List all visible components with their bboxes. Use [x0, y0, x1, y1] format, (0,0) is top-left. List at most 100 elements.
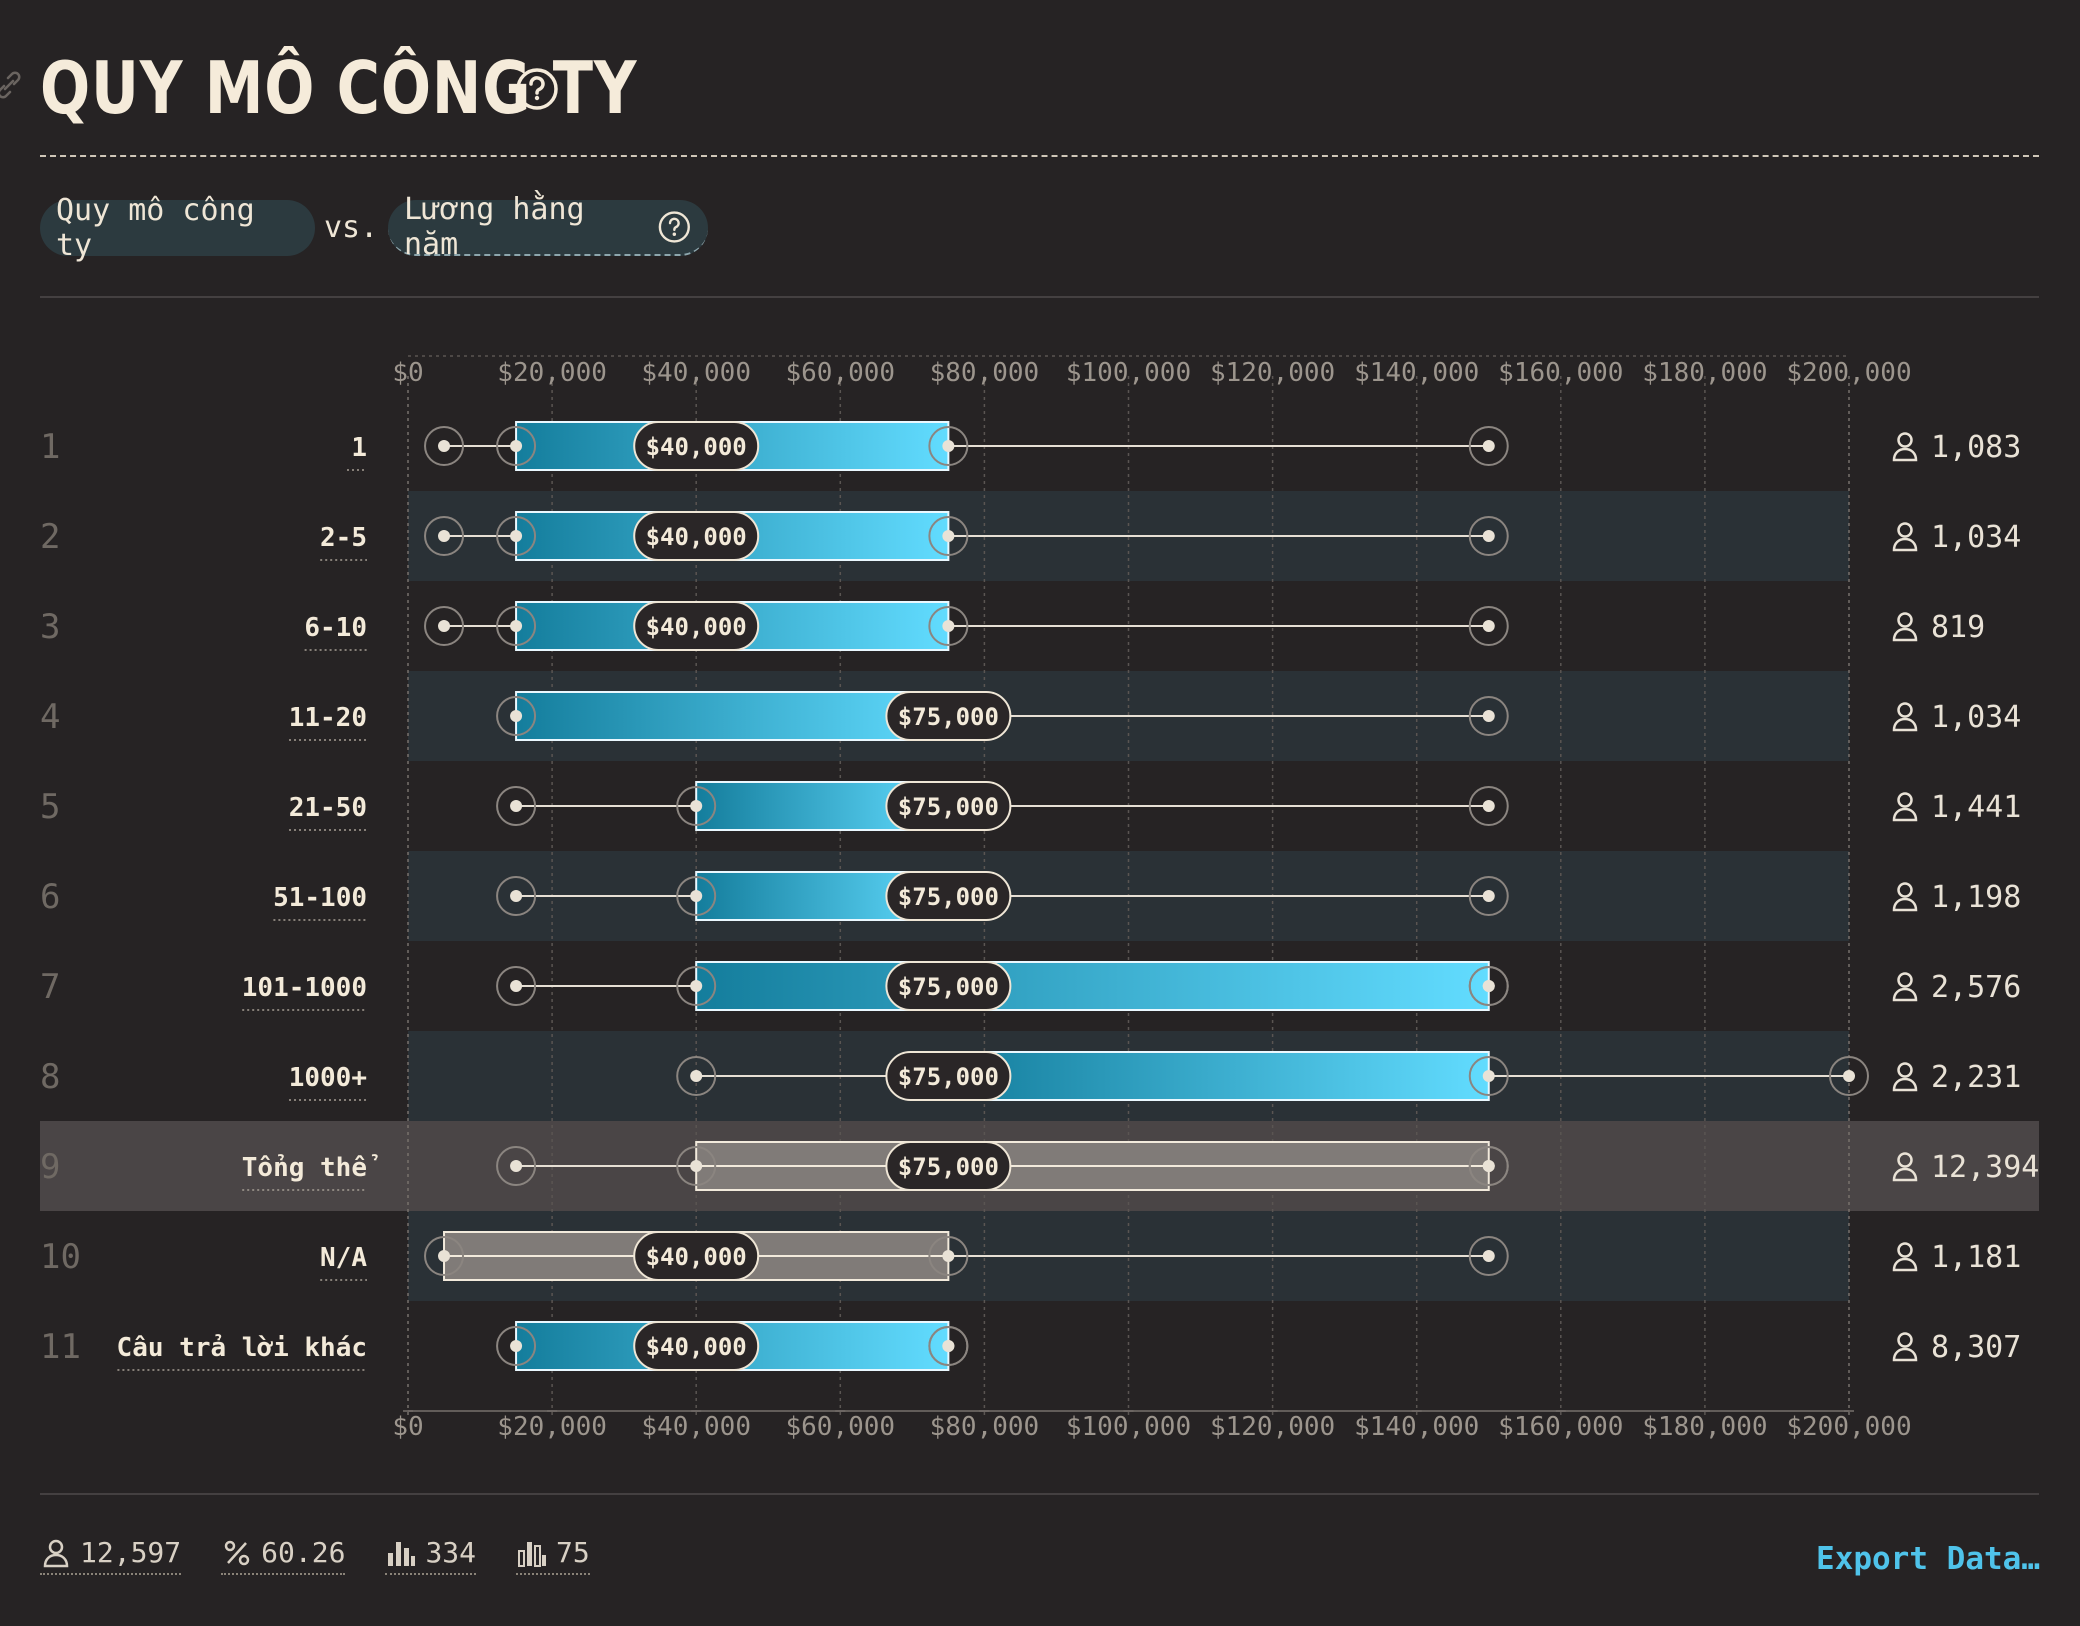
bars-stat[interactable]: 334 — [385, 1536, 477, 1575]
x-tick-label-bottom: $60,000 — [786, 1412, 896, 1442]
row-label[interactable]: 1000+ — [289, 1063, 367, 1093]
row-label[interactable]: 21-50 — [289, 793, 367, 823]
row-index: 3 — [40, 607, 60, 647]
p10-marker-dot — [690, 980, 703, 992]
median-label: $75,000 — [898, 703, 999, 731]
max-marker-dot — [1482, 530, 1495, 542]
median-label: $40,000 — [646, 523, 747, 551]
p10-marker-dot — [510, 440, 523, 452]
median-label: $40,000 — [646, 1333, 747, 1361]
x-tick-label-bottom: $0 — [392, 1412, 423, 1442]
row-label[interactable]: 1 — [351, 433, 367, 463]
min-marker-dot — [510, 1160, 523, 1172]
iqr-box[interactable] — [695, 961, 1490, 1011]
max-marker-dot — [1482, 980, 1495, 992]
respondents-stat[interactable]: 12,597 — [40, 1536, 182, 1575]
median-label: $40,000 — [646, 613, 747, 641]
row-label[interactable]: 11-20 — [289, 703, 367, 733]
x-tick-label-top: $60,000 — [786, 358, 896, 388]
q3-marker-dot — [942, 620, 955, 632]
iqr-box[interactable] — [515, 691, 950, 741]
bar-chart-icon — [388, 1541, 416, 1566]
chart-row[interactable]: 3 6-10 $40,000 819 — [40, 601, 1985, 651]
min-marker-dot — [438, 530, 451, 542]
min-marker-dot — [690, 1070, 703, 1082]
bars-value: 334 — [425, 1536, 477, 1569]
x-tick-label-bottom: $200,000 — [1786, 1412, 1911, 1442]
median-label: $75,000 — [898, 973, 999, 1001]
row-label[interactable]: N/A — [320, 1243, 367, 1273]
max-marker-dot — [1843, 1070, 1855, 1082]
x-tick-label-bottom: $100,000 — [1066, 1412, 1191, 1442]
x-tick-label-top: $140,000 — [1354, 358, 1479, 388]
max-marker-dot — [1482, 710, 1495, 722]
min-marker-dot — [510, 710, 523, 722]
x-tick-label-top: $160,000 — [1498, 358, 1623, 388]
x-tick-label-top: $200,000 — [1786, 358, 1911, 388]
q3-marker-dot — [1482, 1070, 1495, 1082]
row-index: 2 — [40, 517, 60, 557]
row-label[interactable]: 51-100 — [273, 883, 367, 913]
row-count: 12,394 — [1931, 1150, 2039, 1185]
x-tick-label-top: $80,000 — [930, 358, 1040, 388]
max-marker-dot — [1482, 1160, 1495, 1172]
max-marker-dot — [1482, 440, 1495, 452]
person-icon — [1892, 522, 1918, 552]
row-count: 1,083 — [1931, 430, 2021, 465]
respondents-value: 12,597 — [80, 1536, 182, 1569]
bins-stat[interactable]: 75 — [516, 1536, 590, 1575]
row-index: 11 — [40, 1327, 81, 1367]
chart-row[interactable]: 11 Câu trả lời khác $40,000 8,307 — [40, 1321, 2021, 1371]
person-icon — [1892, 432, 1918, 462]
median-label: $75,000 — [898, 883, 999, 911]
p10-marker-dot — [510, 530, 523, 542]
x-tick-label-top: $20,000 — [497, 358, 607, 388]
person-icon — [1892, 792, 1918, 822]
row-index: 10 — [40, 1237, 81, 1277]
row-index: 5 — [40, 787, 60, 827]
percent-value: 60.26 — [261, 1536, 346, 1569]
bar-chart-icon — [518, 1541, 547, 1567]
q3-marker-dot — [942, 440, 955, 452]
median-label: $40,000 — [646, 433, 747, 461]
max-marker-dot — [1482, 1250, 1495, 1262]
min-marker-dot — [438, 1250, 451, 1262]
x-tick-label-bottom: $80,000 — [930, 1412, 1040, 1442]
row-count: 1,034 — [1931, 700, 2021, 735]
row-label[interactable]: 101-1000 — [242, 973, 367, 1003]
chart-row[interactable]: 5 21-50 $75,000 1,441 — [40, 781, 2021, 831]
row-count: 1,181 — [1931, 1240, 2021, 1275]
row-index: 1 — [40, 427, 60, 467]
row-label[interactable]: Câu trả lời khác — [117, 1333, 367, 1363]
max-marker-dot — [1482, 800, 1495, 812]
person-icon — [1892, 1062, 1918, 1092]
section-divider — [40, 1493, 2039, 1495]
row-label[interactable]: 2-5 — [320, 523, 367, 553]
percent-icon — [224, 1540, 250, 1565]
row-count: 1,441 — [1931, 790, 2021, 825]
chart-row[interactable]: 7 101-1000 $75,000 2,576 — [40, 961, 2021, 1011]
person-icon — [1892, 612, 1918, 642]
x-tick-label-bottom: $140,000 — [1354, 1412, 1479, 1442]
row-count: 1,198 — [1931, 880, 2021, 915]
row-label[interactable]: 6-10 — [304, 613, 367, 643]
p10-marker-dot — [690, 800, 703, 812]
export-data-link[interactable]: Export Data… — [1816, 1541, 2040, 1577]
row-index: 6 — [40, 877, 60, 917]
p10-marker-dot — [510, 620, 523, 632]
median-label: $75,000 — [898, 1063, 999, 1091]
person-icon — [1892, 1332, 1918, 1362]
row-index: 8 — [40, 1057, 60, 1097]
min-marker-dot — [510, 980, 523, 992]
bins-value: 75 — [556, 1536, 590, 1569]
row-count: 819 — [1931, 610, 1985, 645]
iqr-box[interactable] — [947, 1051, 1490, 1101]
percent-stat[interactable]: 60.26 — [221, 1536, 346, 1575]
row-count: 2,576 — [1931, 970, 2021, 1005]
p10-marker-dot — [690, 1160, 703, 1172]
row-label[interactable]: Tổng thể — [242, 1153, 378, 1183]
person-icon — [1892, 972, 1918, 1002]
row-index: 4 — [40, 697, 60, 737]
chart-row[interactable]: 1 1 $40,000 1,083 — [40, 421, 2021, 471]
x-tick-label-top: $100,000 — [1066, 358, 1191, 388]
